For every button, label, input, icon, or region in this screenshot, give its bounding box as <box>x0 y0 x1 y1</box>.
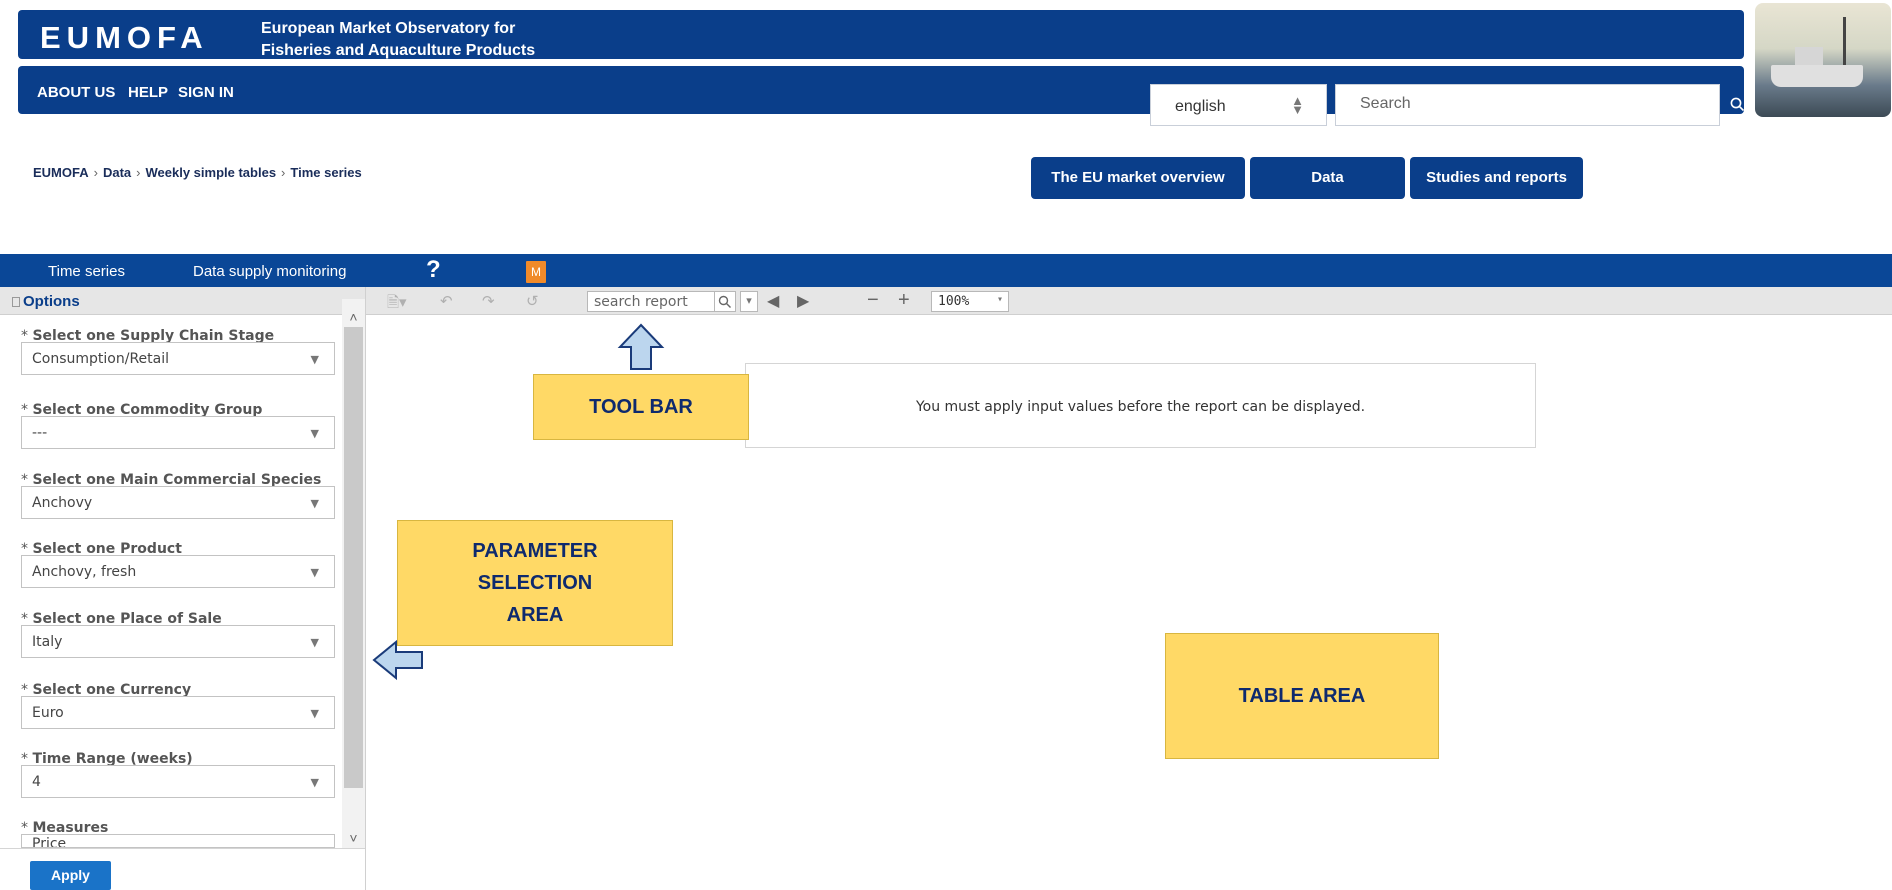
dropdown-arrow-icon: ▼ <box>310 636 319 649</box>
product-select[interactable]: Anchovy, fresh ▼ <box>21 555 335 588</box>
eu-market-overview-button[interactable]: The EU market overview <box>1031 157 1245 199</box>
panel-bottom-divider <box>0 848 365 849</box>
reset-icon[interactable]: ↺ <box>526 292 539 310</box>
panel-divider-vertical <box>365 287 366 890</box>
boat-mast-shape <box>1843 17 1846 67</box>
options-label: Options <box>23 293 80 310</box>
studies-reports-button[interactable]: Studies and reports <box>1410 157 1583 199</box>
breadcrumb-separator-icon: › <box>136 165 141 180</box>
select-arrows-icon: ▲ ▼ <box>1291 93 1304 117</box>
nav-about-us[interactable]: ABOUT US <box>37 84 115 101</box>
subtitle-line-1: European Market Observatory for <box>261 20 516 37</box>
dropdown-arrow-icon: ▼ <box>310 776 319 789</box>
commodity-group-select[interactable]: --- ▼ <box>21 416 335 449</box>
currency-select[interactable]: Euro ▼ <box>21 696 335 729</box>
left-arrow-annotation-icon <box>372 639 423 681</box>
measures-select[interactable]: Price <box>21 834 335 848</box>
dropdown-arrow-icon: ▼ <box>310 566 319 579</box>
boat-cabin-shape <box>1795 47 1823 67</box>
scrollbar-thumb[interactable] <box>344 327 363 788</box>
breadcrumb-weekly-tables[interactable]: Weekly simple tables <box>146 165 277 180</box>
breadcrumb-separator-icon: › <box>281 165 286 180</box>
redo-icon[interactable]: ↷ <box>482 292 495 310</box>
breadcrumb-eumofa[interactable]: EUMOFA <box>33 165 89 180</box>
search-options-dropdown-icon[interactable]: ▾ <box>740 291 758 312</box>
place-of-sale-select[interactable]: Italy ▼ <box>21 625 335 658</box>
zoom-select[interactable]: 100% ▾ <box>931 291 1009 312</box>
report-message-box: You must apply input values before the r… <box>745 363 1536 448</box>
next-match-icon[interactable]: ▶ <box>797 291 809 311</box>
tool-bar-annotation: TOOL BAR <box>533 374 749 440</box>
language-select[interactable]: english ▲ ▼ <box>1150 84 1327 126</box>
search-report-icon[interactable] <box>714 291 736 312</box>
parameter-selection-annotation: PARAMETER SELECTION AREA <box>397 520 673 646</box>
report-toolbar: Options 🗎▾ ↶ ↷ ↺ search report ▾ ◀ ▶ − +… <box>0 287 1892 315</box>
dropdown-arrow-icon: ▼ <box>310 707 319 720</box>
time-range-select[interactable]: 4 ▼ <box>21 765 335 798</box>
language-value: english <box>1175 98 1226 115</box>
scroll-up-icon[interactable]: ˄ <box>344 309 363 325</box>
options-header[interactable]: Options <box>12 293 80 310</box>
eumofa-logo[interactable]: EUMOFA <box>40 20 209 56</box>
up-arrow-annotation-icon <box>617 323 665 370</box>
breadcrumb-separator-icon: › <box>93 165 98 180</box>
zoom-in-icon[interactable]: + <box>898 289 910 312</box>
tab-data-supply-monitoring[interactable]: Data supply monitoring <box>193 263 346 280</box>
m-document-icon[interactable]: M <box>526 261 546 283</box>
help-icon[interactable]: ? <box>426 256 441 284</box>
report-tab-bar: Time series Data supply monitoring ? M <box>0 254 1892 287</box>
report-message: You must apply input values before the r… <box>915 399 1366 415</box>
undo-icon[interactable]: ↶ <box>440 292 453 310</box>
breadcrumb-data[interactable]: Data <box>103 165 131 180</box>
fishing-boat-image <box>1755 3 1891 117</box>
export-icon[interactable]: 🗎▾ <box>387 292 407 317</box>
site-search-input[interactable]: Search <box>1335 84 1720 126</box>
boat-hull-shape <box>1771 65 1863 87</box>
collapse-icon <box>12 297 20 307</box>
tab-time-series[interactable]: Time series <box>48 263 125 280</box>
breadcrumb-time-series[interactable]: Time series <box>290 165 361 180</box>
chevron-down-icon: ▾ <box>996 294 1003 305</box>
site-subtitle: European Market Observatory for Fisherie… <box>261 18 535 62</box>
subtitle-line-2: Fisheries and Aquaculture Products <box>261 42 536 59</box>
breadcrumb: EUMOFA › Data › Weekly simple tables › Time se… <box>33 165 362 180</box>
dropdown-arrow-icon: ▼ <box>310 353 319 366</box>
dropdown-arrow-icon: ▼ <box>310 427 319 440</box>
search-report-input[interactable]: search report <box>587 291 717 312</box>
site-header: EUMOFA European Market Observatory for F… <box>18 10 1744 59</box>
data-button[interactable]: Data <box>1250 157 1405 199</box>
zoom-out-icon[interactable]: − <box>867 289 879 312</box>
apply-button[interactable]: Apply <box>30 861 111 890</box>
scroll-down-icon[interactable]: ˅ <box>344 830 363 846</box>
nav-sign-in[interactable]: SIGN IN <box>178 84 234 101</box>
table-area-annotation: TABLE AREA <box>1165 633 1439 759</box>
previous-match-icon[interactable]: ◀ <box>767 291 779 311</box>
dropdown-arrow-icon: ▼ <box>310 497 319 510</box>
search-icon[interactable] <box>1730 97 1745 112</box>
main-species-select[interactable]: Anchovy ▼ <box>21 486 335 519</box>
nav-help[interactable]: HELP <box>128 84 168 101</box>
zoom-value: 100% <box>938 294 970 309</box>
supply-chain-stage-select[interactable]: Consumption/Retail ▼ <box>21 342 335 375</box>
